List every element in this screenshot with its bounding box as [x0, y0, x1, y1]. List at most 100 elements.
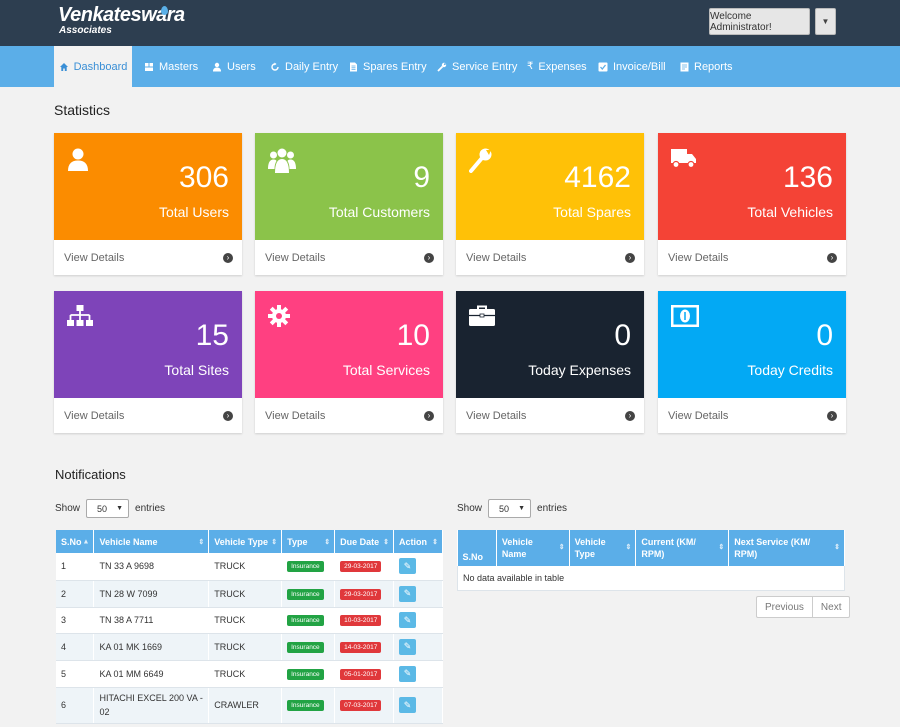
stat-value: 0 — [816, 319, 833, 352]
chevron-down-icon: ▼ — [116, 505, 124, 512]
stat-value: 10 — [396, 319, 430, 352]
nav-item-service-entry[interactable]: Service Entry — [437, 46, 517, 87]
column-header-sno[interactable]: S.No ▲ — [56, 530, 95, 553]
sort-icon: ⇕ — [324, 538, 331, 546]
sort-icon: ⇕ — [625, 544, 632, 551]
card-top: 136 Total Vehicles — [658, 133, 846, 240]
column-header-vehicle-name[interactable]: Vehicle Name ⇕ — [93, 530, 210, 553]
table-row: 4 KA 01 MK 1669 TRUCK Insurance 14-03-20… — [56, 633, 444, 661]
view-details-text: View Details — [265, 409, 326, 422]
view-details-link[interactable]: View Details › — [658, 240, 846, 275]
logo-drop-icon — [161, 6, 168, 15]
arrow-right-icon: › — [223, 410, 233, 421]
wrench-icon — [437, 62, 447, 72]
edit-button[interactable]: ✎ — [398, 638, 416, 655]
view-details-text: View Details — [668, 409, 729, 422]
due-date-badge: 05-01-2017 — [340, 668, 382, 680]
table-row: 3 TN 38 A 7711 TRUCK Insurance 10-03-201… — [56, 607, 444, 634]
arrow-right-icon: › — [424, 410, 434, 421]
page-size-select[interactable]: 50 ▼ — [488, 499, 532, 518]
next-button[interactable]: Next — [812, 596, 851, 618]
cell-vehicle-name: KA 01 MK 1669 — [93, 633, 210, 661]
arrow-right-icon: › — [424, 252, 434, 263]
briefcase-icon — [469, 305, 495, 332]
show-label: Show — [55, 503, 81, 514]
sort-icon: ⇕ — [834, 544, 840, 551]
view-details-link[interactable]: View Details › — [658, 398, 846, 433]
stat-card-vehicles: 136 Total Vehicles View Details › — [658, 133, 846, 275]
stat-card-services: 10 Total Services View Details › — [255, 291, 443, 433]
cell-vehicle-name: TN 38 A 7711 — [93, 607, 210, 634]
logo-sub-text: Associates — [59, 25, 112, 36]
type-badge: Insurance — [287, 668, 324, 680]
empty-row: No data available in table — [457, 566, 845, 591]
pencil-icon: ✎ — [403, 641, 412, 651]
stat-value: 9 — [413, 161, 430, 194]
nav-label: Expenses — [538, 60, 587, 73]
nav-item-daily-entry[interactable]: Daily Entry — [270, 46, 338, 87]
table-row: 2 TN 28 W 7099 TRUCK Insurance 29-03-201… — [56, 580, 444, 608]
column-header-due-date[interactable]: Due Date ⇕ — [334, 530, 394, 553]
column-header-vehicle-type[interactable]: Vehicle Type ⇕ — [569, 530, 637, 566]
cell-vehicle-name: TN 33 A 9698 — [93, 553, 210, 581]
card-top: 306 Total Users — [54, 133, 242, 240]
view-details-link[interactable]: View Details › — [456, 398, 644, 433]
view-details-link[interactable]: View Details › — [456, 240, 644, 275]
edit-button[interactable]: ✎ — [398, 612, 416, 628]
view-details-link[interactable]: View Details › — [255, 398, 443, 433]
view-details-text: View Details — [466, 409, 527, 422]
nav-label: Reports — [694, 60, 733, 73]
edit-button[interactable]: ✎ — [398, 697, 416, 713]
due-date-badge: 10-03-2017 — [340, 615, 382, 626]
card-top: 0 Today Credits — [658, 291, 846, 398]
user-menu-button[interactable]: Welcome Administrator! — [709, 8, 810, 35]
column-header-action[interactable]: Action ⇕ — [393, 530, 444, 553]
arrow-right-icon: › — [827, 252, 837, 263]
brand-logo[interactable]: Venkateswara Associates — [58, 4, 185, 36]
nav-item-users[interactable]: Users — [212, 46, 256, 87]
stat-label: Total Sites — [164, 362, 229, 378]
page-size-value: 50 — [499, 503, 510, 514]
view-details-link[interactable]: View Details › — [54, 398, 242, 433]
pagination: Previous Next — [756, 596, 851, 618]
nav-item-reports[interactable]: Reports — [680, 46, 733, 87]
column-header-vehicle-name[interactable]: Vehicle Name ⇕ — [496, 530, 570, 566]
stat-card-expenses: 0 Today Expenses View Details › — [456, 291, 644, 433]
nav-item-spares-entry[interactable]: Spares Entry — [349, 46, 427, 87]
column-header-current[interactable]: Current (KM/ RPM) ⇕ — [635, 530, 730, 566]
view-details-link[interactable]: View Details › — [54, 240, 242, 275]
due-date-badge: 14-03-2017 — [340, 641, 382, 653]
nav-label: Dashboard — [73, 60, 128, 73]
type-badge: Insurance — [287, 615, 324, 626]
cell-sno: 5 — [56, 660, 95, 688]
stat-card-credits: 0 Today Credits View Details › — [658, 291, 846, 433]
sort-icon: ⇕ — [558, 544, 565, 551]
column-header-sno[interactable]: S.No — [457, 530, 497, 566]
nav-item-masters[interactable]: Masters — [144, 46, 198, 87]
view-details-link[interactable]: View Details › — [255, 240, 443, 275]
wrench-icon — [469, 147, 493, 178]
chevron-down-icon[interactable]: ▼ — [815, 8, 836, 35]
stat-label: Today Expenses — [528, 362, 631, 378]
table-row: 1 TN 33 A 9698 TRUCK Insurance 29-03-201… — [56, 553, 444, 581]
previous-button[interactable]: Previous — [756, 596, 813, 618]
column-header-next-service[interactable]: Next Service (KM/ RPM) ⇕ — [728, 530, 845, 566]
entries-label: entries — [537, 503, 568, 514]
nav-item-expenses[interactable]: ₹ Expenses — [527, 46, 587, 87]
stat-label: Total Users — [158, 204, 229, 220]
edit-button[interactable]: ✎ — [398, 665, 416, 682]
column-header-type[interactable]: Type ⇕ — [281, 530, 336, 553]
cell-sno: 4 — [56, 633, 95, 661]
entries-label: entries — [135, 503, 166, 514]
nav-item-invoice-bill[interactable]: Invoice/Bill — [598, 46, 666, 87]
masters-icon — [144, 62, 154, 72]
edit-button[interactable]: ✎ — [398, 558, 416, 575]
edit-button[interactable]: ✎ — [398, 585, 416, 602]
service-table: S.No Vehicle Name ⇕ Vehicle Type ⇕ Current… — [457, 530, 845, 591]
sort-icon: ⇕ — [271, 538, 278, 546]
nav-item-dashboard[interactable]: Dashboard — [54, 46, 132, 87]
type-badge: Insurance — [287, 700, 324, 711]
cell-sno: 3 — [56, 607, 95, 634]
column-header-vehicle-type[interactable]: Vehicle Type ⇕ — [208, 530, 283, 553]
page-size-select[interactable]: 50 ▼ — [86, 499, 130, 518]
